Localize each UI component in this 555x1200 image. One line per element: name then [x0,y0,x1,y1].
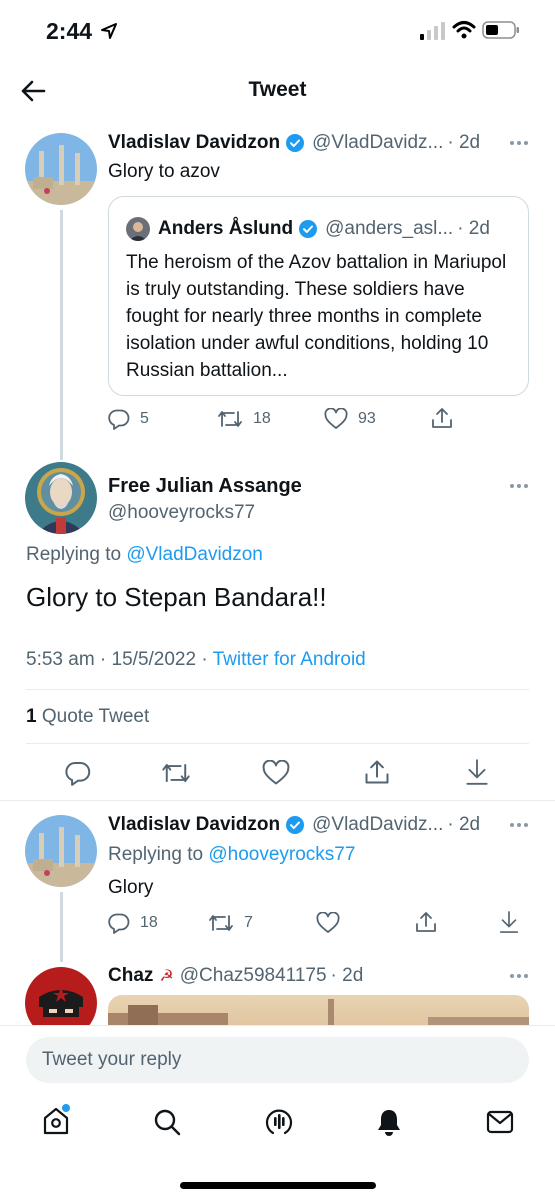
more-options-icon[interactable] [509,140,529,146]
reply-icon [108,408,140,430]
quote-tweet-count[interactable]: 1 Quote Tweet [26,706,149,728]
hammer-sickle-emoji: ☭ [159,968,174,985]
verified-badge-icon [285,133,305,153]
more-options-icon[interactable] [509,822,529,828]
author-handle[interactable]: @VladDavidz... [312,132,443,154]
quote-author-name: Anders Åslund [158,218,294,239]
wifi-icon [452,20,476,40]
battery-icon [482,20,520,40]
reply-count: 18 [140,914,158,931]
replying-to-handle[interactable]: @VladDavidzon [126,544,263,565]
search-icon[interactable] [153,1108,181,1136]
retweet-icon [217,408,253,430]
avatar[interactable] [25,815,97,887]
status-bar: 2:44 [0,0,555,64]
bottom-nav [0,1100,555,1150]
download-icon[interactable] [498,910,520,934]
top-header: Tweet [0,64,555,120]
notification-dot [62,1104,70,1112]
divider [26,743,529,744]
more-options-icon[interactable] [509,973,529,979]
messages-icon[interactable] [486,1110,514,1134]
like-count: 93 [358,410,376,427]
tweet-time: · 2d [447,814,481,835]
retweet-button[interactable]: 7 [208,912,253,934]
tweet-media-image[interactable] [108,995,529,1025]
like-button[interactable]: 93 [324,408,376,430]
replying-to-label: Replying to [26,544,122,565]
tweet-text: Glory [108,877,154,898]
reply-input-placeholder: Tweet your reply [42,1049,182,1070]
next-tweet-clip: Chaz ☭ @Chaz59841175 · 2d [0,955,555,1025]
author-name[interactable]: Vladislav Davidzon [108,132,280,154]
thread-connector [60,210,63,460]
tweet-text: Glory to azov [108,161,220,182]
quote-avatar [126,217,150,241]
more-options-icon[interactable] [509,483,529,489]
quote-count-label: Quote Tweet [41,706,150,727]
quote-text: The heroism of the Azov battalion in Mar… [126,252,507,381]
avatar[interactable] [25,967,97,1025]
thread-connector [60,892,63,962]
tweet-meta: 5:53 am · 15/5/2022 · Twitter for Androi… [26,649,366,671]
retweet-icon[interactable] [161,760,191,786]
author-name[interactable]: Vladislav Davidzon [108,814,280,836]
tweet-header: Vladislav Davidzon @VladDavidz... · 2d [108,814,480,836]
tweet-header: Chaz ☭ @Chaz59841175 · 2d [108,965,363,987]
replying-to-line: Replying to @hooveyrocks77 [108,844,355,866]
tweet-time: · 2d [447,132,481,153]
author-name[interactable]: Chaz [108,965,153,987]
tweet-time: · 2d [330,965,364,986]
author-name[interactable]: Free Julian Assange [108,475,302,498]
retweet-count: 18 [253,410,271,427]
quote-time: · 2d [457,218,490,239]
reply-button[interactable]: 18 [108,912,158,934]
tweet-timestamp: 5:53 am · 15/5/2022 · [26,649,208,670]
reply-icon[interactable] [65,760,91,786]
like-icon [324,408,358,430]
divider [26,689,529,690]
reply-icon [108,912,140,934]
share-icon[interactable] [363,758,391,786]
quote-author-handle: @anders_asl... [325,218,454,239]
page-title: Tweet [248,78,307,101]
quote-header: Anders Åslund @anders_asl... · 2d [126,217,490,241]
share-icon[interactable] [430,406,454,430]
share-icon[interactable] [414,910,438,934]
replying-to-handle[interactable]: @hooveyrocks77 [208,844,355,865]
divider [0,800,555,801]
retweet-icon [208,912,244,934]
author-handle[interactable]: @VladDavidz... [312,814,443,836]
verified-badge-icon [298,219,318,239]
replying-to-line: Replying to @VladDavidzon [26,544,263,566]
notifications-bell-icon[interactable] [375,1107,403,1137]
author-handle[interactable]: @Chaz59841175 [180,965,327,987]
spaces-icon[interactable] [264,1107,294,1137]
download-icon[interactable] [464,758,490,786]
home-indicator [180,1182,376,1189]
like-icon[interactable] [316,912,340,934]
location-arrow-icon [100,22,118,40]
tweet-text: Glory to Stepan Bandara!! [26,582,327,612]
retweet-count: 7 [244,914,253,931]
tweet-source[interactable]: Twitter for Android [213,649,366,670]
reply-input[interactable]: Tweet your reply [26,1037,529,1083]
author-handle[interactable]: @hooveyrocks77 [108,502,255,524]
quoted-tweet-card[interactable]: Anders Åslund @anders_asl... · 2d The he… [108,196,529,396]
reply-button[interactable]: 5 [108,408,149,430]
quote-count-number: 1 [26,706,37,727]
avatar[interactable] [25,462,97,534]
retweet-button[interactable]: 18 [217,408,271,430]
verified-badge-icon [285,815,305,835]
reply-count: 5 [140,410,149,427]
like-icon[interactable] [262,760,290,786]
avatar[interactable] [25,133,97,205]
replying-to-label: Replying to [108,844,204,865]
cellular-signal-icon [420,22,446,40]
status-time: 2:44 [46,18,93,44]
tweet-header: Vladislav Davidzon @VladDavidz... · 2d [108,132,480,154]
